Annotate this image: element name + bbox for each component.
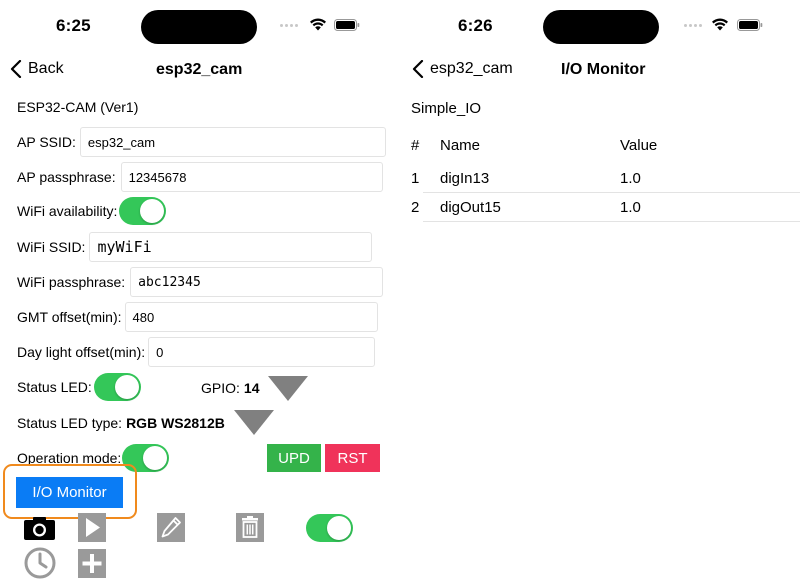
rst-button[interactable]: RST [325,444,380,472]
wifi-availability-toggle[interactable] [119,197,167,225]
wifi-availability-row: WiFi availability: [17,197,167,225]
wifi-passphrase-label: WiFi passphrase: [17,274,126,290]
section-title: Simple_IO [411,100,482,117]
gmt-offset-label: GMT offset(min): [17,309,122,325]
daylight-offset-input[interactable]: 0 [148,337,376,367]
ap-ssid-input[interactable]: esp32_cam [79,127,386,157]
status-led-label: Status LED: [17,379,92,395]
navigation-bar: esp32_cam I/O Monitor [400,52,800,88]
row-name: digOut15 [440,199,501,216]
status-time: 6:25 [56,16,91,35]
signal-icon [280,24,298,27]
signal-icon [684,24,702,27]
status-led-row: Status LED: [17,373,141,401]
wifi-icon [712,18,728,31]
chevron-left-icon [412,60,424,78]
ap-ssid-label: AP SSID: [17,134,76,150]
status-led-toggle[interactable] [93,373,141,401]
daylight-offset-row: Day light offset(min): 0 [17,337,376,367]
back-label: esp32_cam [430,60,513,77]
page-title: esp32_cam [156,61,243,78]
ap-ssid-row: AP SSID: esp32_cam [17,127,386,157]
status-led-type-row: Status LED type: RGB WS2812B [17,415,225,431]
column-header-index: # [411,137,420,154]
battery-icon [737,19,763,31]
toolbar-toggle[interactable] [306,514,353,542]
gmt-offset-row: GMT offset(min): 480 [17,302,378,332]
row-value: 1.0 [620,199,641,216]
dynamic-island [543,10,659,44]
row-separator [423,192,800,193]
dynamic-island [141,10,257,44]
io-monitor-screen: 6:26 esp32_cam I/O Monitor Simple_IO # N… [400,0,800,585]
column-header-name: Name [440,137,481,154]
wifi-ssid-input[interactable]: myWiFi [89,232,373,262]
row-index: 2 [411,199,420,216]
back-button[interactable]: Back [10,60,64,78]
ap-passphrase-input[interactable]: 12345678 [120,162,383,192]
wifi-ssid-label: WiFi SSID: [17,239,86,255]
wifi-ssid-row: WiFi SSID: myWiFi [17,232,373,262]
row-separator [423,221,800,222]
back-label: Back [28,60,64,77]
daylight-offset-label: Day light offset(min): [17,344,146,360]
row-name: digIn13 [440,170,490,187]
status-time: 6:26 [458,16,493,35]
battery-icon [334,19,360,31]
status-bar: 6:25 [0,0,400,52]
chevron-left-icon [10,60,22,78]
row-value: 1.0 [620,170,641,187]
status-led-type-value: RGB WS2812B [126,415,225,431]
ap-passphrase-row: AP passphrase: 12345678 [17,162,383,192]
pencil-icon[interactable] [157,513,185,542]
gpio-row: GPIO: 14 [201,380,259,396]
device-title: ESP32-CAM (Ver1) [17,99,139,115]
page-title: I/O Monitor [561,61,646,78]
play-icon[interactable] [78,513,106,542]
row-index: 1 [411,170,420,187]
wifi-icon [310,18,326,31]
gpio-label: GPIO: [201,380,240,396]
camera-icon[interactable] [23,516,56,541]
wifi-passphrase-row: WiFi passphrase: abc12345 [17,267,384,297]
gpio-dropdown-icon[interactable] [268,376,308,401]
wifi-passphrase-input[interactable]: abc12345 [130,267,384,297]
io-monitor-button[interactable]: I/O Monitor [16,477,123,508]
ap-passphrase-label: AP passphrase: [17,169,116,185]
clock-icon[interactable] [24,547,56,579]
trash-icon[interactable] [236,513,264,542]
navigation-bar: Back esp32_cam [0,52,400,88]
gmt-offset-input[interactable]: 480 [124,302,378,332]
led-type-dropdown-icon[interactable] [234,410,274,435]
back-button[interactable]: esp32_cam [412,60,513,78]
column-header-value: Value [620,137,658,154]
plus-icon[interactable] [78,549,106,578]
upd-button[interactable]: UPD [267,444,321,472]
gpio-value: 14 [243,380,260,396]
status-bar: 6:26 [400,0,800,52]
wifi-availability-label: WiFi availability: [17,203,118,219]
settings-screen: 6:25 Back esp32_cam ESP32-CAM (Ver1) AP … [0,0,400,585]
status-led-type-label: Status LED type: [17,415,123,431]
